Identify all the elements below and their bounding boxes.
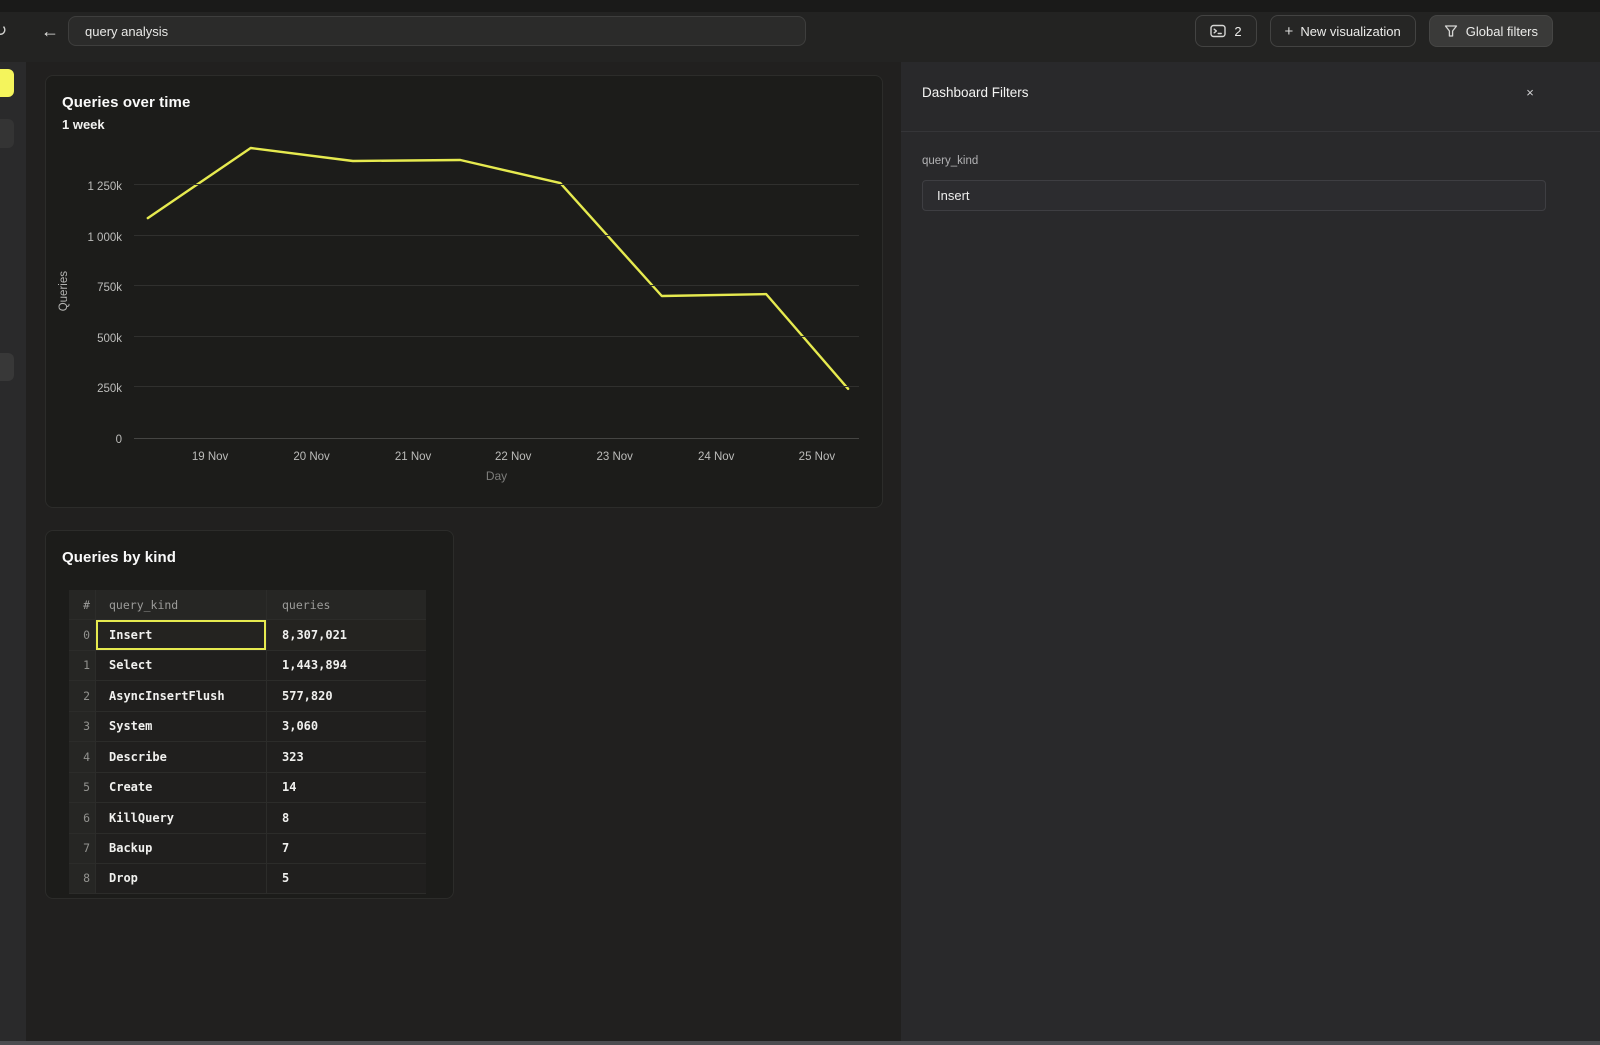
- table-header-row: #query_kindqueries: [69, 590, 426, 619]
- query-kind-cell[interactable]: KillQuery: [95, 803, 266, 833]
- table-row: 1Select1,443,894: [69, 650, 426, 681]
- queries-column-header[interactable]: queries: [266, 590, 426, 619]
- y-tick-label: 250k: [46, 383, 122, 395]
- x-axis-labels: 19 Nov 20 Nov 21 Nov 22 Nov 23 Nov 24 Nov 25 N…: [134, 451, 859, 467]
- dashboard-app: ↻ ← 2 + New visualization: [0, 0, 1600, 1045]
- queries-value-cell[interactable]: 14: [266, 773, 426, 803]
- table-row: 6KillQuery8: [69, 802, 426, 833]
- back-button[interactable]: ←: [38, 18, 62, 44]
- dashboard-canvas: Queries over time 1 week Queries 0250k50…: [26, 62, 901, 1045]
- x-tick-label: 24 Nov: [676, 451, 756, 463]
- row-index-cell: 1: [69, 651, 95, 681]
- queries-value-cell[interactable]: 577,820: [266, 681, 426, 711]
- query-kind-cell[interactable]: AsyncInsertFlush: [95, 681, 266, 711]
- queries-table: #query_kindqueries0Insert8,307,0211Selec…: [69, 590, 426, 894]
- window-top-strip: [0, 0, 1600, 12]
- gridline: [134, 386, 859, 387]
- queries-over-time-card: Queries over time 1 week Queries 0250k50…: [45, 75, 883, 508]
- table-row: 4Describe323: [69, 741, 426, 772]
- y-tick-label: 1 000k: [46, 232, 122, 244]
- sidebar-item-3[interactable]: [0, 353, 14, 381]
- dashboard-title-input[interactable]: [68, 16, 806, 46]
- queries-value-cell[interactable]: 8: [266, 803, 426, 833]
- topbar: ↻ ← 2 + New visualization: [0, 0, 1600, 62]
- query-kind-cell[interactable]: Describe: [95, 742, 266, 772]
- query-kind-cell[interactable]: Backup: [95, 834, 266, 864]
- panel-divider: [901, 131, 1600, 132]
- table-row: 7Backup7: [69, 833, 426, 864]
- x-tick-label: 25 Nov: [777, 451, 857, 463]
- queries-by-kind-card: Queries by kind #query_kindqueries0Inser…: [45, 530, 454, 899]
- query-kind-cell[interactable]: System: [95, 712, 266, 742]
- dashboard-filters-panel: Dashboard Filters × query_kind Insert: [901, 62, 1600, 1045]
- queries-value-cell[interactable]: 3,060: [266, 712, 426, 742]
- new-visualization-button[interactable]: + New visualization: [1270, 15, 1416, 47]
- filters-panel-title: Dashboard Filters: [922, 85, 1029, 100]
- y-tick-label: 500k: [46, 333, 122, 345]
- row-index-cell: 6: [69, 803, 95, 833]
- global-filters-button[interactable]: Global filters: [1429, 15, 1553, 47]
- plus-icon: +: [1285, 23, 1294, 40]
- row-index-cell: 7: [69, 834, 95, 864]
- row-index-cell: 8: [69, 864, 95, 893]
- table-row: 8Drop5: [69, 863, 426, 894]
- table-row: 0Insert8,307,021: [69, 619, 426, 650]
- filter-field-label: query_kind: [922, 155, 978, 167]
- visualization-count-button[interactable]: 2: [1195, 15, 1256, 47]
- query-kind-column-header[interactable]: query_kind: [95, 590, 266, 619]
- queries-value-cell[interactable]: 5: [266, 864, 426, 893]
- queries-value-cell[interactable]: 7: [266, 834, 426, 864]
- row-index-cell: 5: [69, 773, 95, 803]
- y-axis-labels: 0250k500k750k1 000k1 250k: [46, 144, 128, 439]
- table-row: 2AsyncInsertFlush577,820: [69, 680, 426, 711]
- x-tick-label: 19 Nov: [170, 451, 250, 463]
- x-tick-label: 20 Nov: [272, 451, 352, 463]
- visualization-count-label: 2: [1234, 24, 1241, 39]
- global-filters-label: Global filters: [1466, 24, 1538, 39]
- y-tick-label: 750k: [46, 282, 122, 294]
- gridline: [134, 336, 859, 337]
- row-index-cell: 4: [69, 742, 95, 772]
- refresh-icon[interactable]: ↻: [0, 19, 15, 43]
- chart-plot[interactable]: [134, 144, 859, 439]
- query-kind-cell[interactable]: Create: [95, 773, 266, 803]
- y-tick-label: 0: [46, 434, 122, 446]
- x-tick-label: 23 Nov: [575, 451, 655, 463]
- y-tick-label: 1 250k: [46, 181, 122, 193]
- topbar-actions: 2 + New visualization Global filters: [1195, 15, 1553, 47]
- gridline: [134, 184, 859, 185]
- left-sidebar: [0, 62, 26, 1045]
- index-column-header[interactable]: #: [69, 590, 95, 619]
- x-tick-label: 21 Nov: [373, 451, 453, 463]
- chart-card-title: Queries over time: [62, 94, 190, 111]
- query-kind-cell[interactable]: Select: [95, 651, 266, 681]
- gridline: [134, 285, 859, 286]
- chart-card-subtitle: 1 week: [62, 117, 105, 132]
- x-axis-title: Day: [134, 469, 859, 483]
- table-row: 3System3,060: [69, 711, 426, 742]
- close-icon[interactable]: ×: [1520, 83, 1540, 103]
- row-index-cell: 3: [69, 712, 95, 742]
- console-window-icon: [1210, 24, 1226, 38]
- queries-value-cell[interactable]: 1,443,894: [266, 651, 426, 681]
- queries-value-cell[interactable]: 323: [266, 742, 426, 772]
- sidebar-item-active[interactable]: [0, 69, 14, 97]
- table-card-title: Queries by kind: [62, 549, 176, 566]
- gridline: [134, 235, 859, 236]
- query-kind-cell[interactable]: Insert: [95, 620, 266, 650]
- x-tick-label: 22 Nov: [473, 451, 553, 463]
- sidebar-item-2[interactable]: [0, 119, 14, 148]
- query-kind-filter-input[interactable]: Insert: [922, 180, 1546, 211]
- queries-line-svg: [134, 144, 859, 439]
- funnel-icon: [1444, 24, 1458, 38]
- window-bottom-edge: [0, 1041, 1600, 1045]
- queries-value-cell[interactable]: 8,307,021: [266, 620, 426, 650]
- new-visualization-label: New visualization: [1300, 24, 1400, 39]
- table-row: 5Create14: [69, 772, 426, 803]
- row-index-cell: 2: [69, 681, 95, 711]
- query-kind-cell[interactable]: Drop: [95, 864, 266, 893]
- row-index-cell: 0: [69, 620, 95, 650]
